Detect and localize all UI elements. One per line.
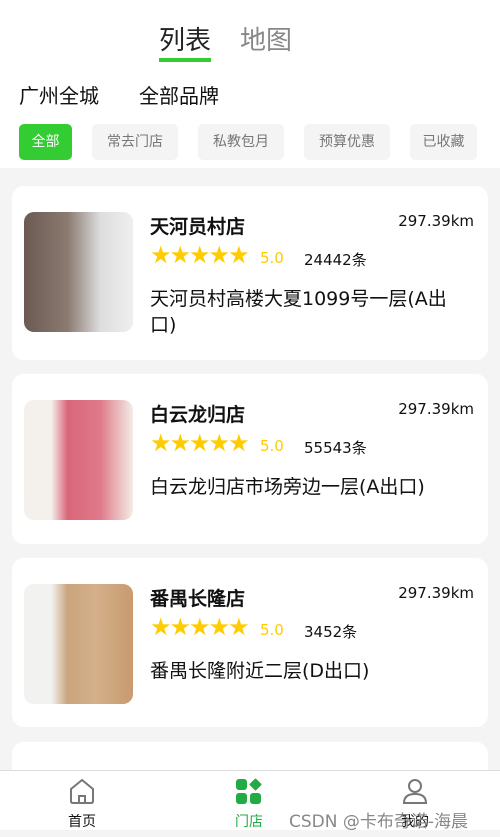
store-distance: 297.39km — [398, 212, 474, 230]
store-name: 番禺长隆店 — [150, 588, 246, 610]
header: 列表 地图 广州全城 全部品牌 全部 常去门店 私教包月 预算优惠 已收藏 — [0, 0, 500, 168]
store-distance: 297.39km — [398, 400, 474, 418]
store-card[interactable]: 番禺长隆店 297.39km ★★★★★ 5.0 3452条 番禺长隆附近二层(… — [12, 558, 488, 727]
store-address: 白云龙归店市场旁边一层(A出口) — [150, 476, 425, 498]
brand-filter[interactable]: 全部品牌 — [139, 80, 219, 109]
store-image — [24, 584, 133, 704]
star-rating-icon: ★★★★★ — [150, 613, 250, 641]
store-card[interactable]: 白云龙归店 297.39km ★★★★★ 5.0 55543条 白云龙归店市场旁… — [12, 374, 488, 544]
tab-map[interactable]: 地图 — [240, 20, 292, 57]
tab-list[interactable]: 列表 — [159, 20, 212, 62]
tabbar-home-label: 首页 — [68, 814, 96, 830]
store-score: 5.0 — [260, 621, 284, 639]
tabbar-home[interactable]: 首页 — [52, 777, 112, 831]
star-rating-icon: ★★★★★ — [150, 429, 250, 457]
store-score: 5.0 — [260, 249, 284, 267]
chip-private[interactable]: 私教包月 — [198, 124, 284, 160]
chip-discount[interactable]: 预算优惠 — [304, 124, 390, 160]
watermark: CSDN @卡布奇诺-海晨 — [289, 812, 469, 832]
store-distance: 297.39km — [398, 584, 474, 602]
tabbar-stores[interactable]: 门店 — [219, 777, 279, 831]
store-image — [24, 400, 133, 520]
chip-favorites[interactable]: 已收藏 — [410, 124, 477, 160]
user-icon — [402, 779, 428, 804]
review-count: 3452条 — [304, 623, 358, 641]
store-image — [24, 212, 133, 332]
store-address: 番禺长隆附近二层(D出口) — [150, 660, 370, 682]
store-score: 5.0 — [260, 437, 284, 455]
city-filter[interactable]: 广州全城 — [19, 80, 99, 109]
tabbar-stores-label: 门店 — [235, 814, 263, 830]
store-card[interactable]: 天河员村店 297.39km ★★★★★ 5.0 24442条 天河员村高楼大夏… — [12, 186, 488, 360]
store-name: 天河员村店 — [150, 216, 246, 238]
review-count: 24442条 — [304, 251, 367, 269]
store-address: 天河员村高楼大夏1099号一层(A出口) — [150, 288, 447, 336]
grid-icon — [236, 778, 262, 804]
chip-all[interactable]: 全部 — [19, 124, 72, 160]
store-name: 白云龙归店 — [150, 404, 246, 426]
review-count: 55543条 — [304, 439, 367, 457]
home-icon — [70, 778, 94, 804]
star-rating-icon: ★★★★★ — [150, 241, 250, 269]
chip-frequent[interactable]: 常去门店 — [92, 124, 178, 160]
